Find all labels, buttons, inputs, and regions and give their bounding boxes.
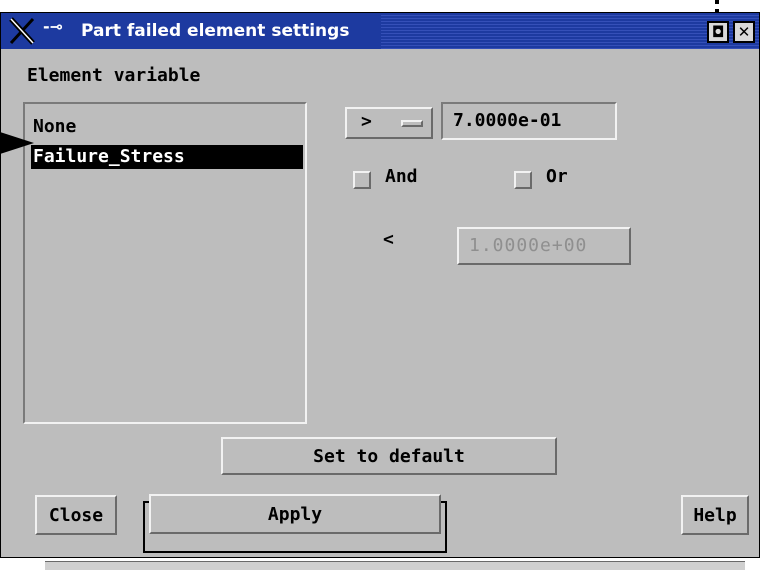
element-variable-label: Element variable xyxy=(27,65,201,86)
callout-arrow-left xyxy=(0,132,34,154)
element-variable-list[interactable]: None Failure_Stress xyxy=(23,102,307,424)
title-bar[interactable]: -⊸ Part failed element settings ◘ ✕ xyxy=(1,13,759,49)
dialog-window: -⊸ Part failed element settings ◘ ✕ Elem… xyxy=(0,12,760,570)
and-checkbox[interactable] xyxy=(353,171,371,189)
operator-symbol: > xyxy=(361,111,372,132)
or-checkbox[interactable] xyxy=(514,171,532,189)
operator-option-menu[interactable]: > xyxy=(345,107,433,139)
pin-icon[interactable]: -⊸ xyxy=(43,17,63,36)
help-button[interactable]: Help xyxy=(681,495,749,535)
set-to-default-button[interactable]: Set to default xyxy=(221,437,557,475)
lower-operator-symbol: < xyxy=(383,229,394,250)
close-button[interactable]: Close xyxy=(35,495,117,535)
second-value-input: 1.0000e+00 xyxy=(457,227,631,265)
and-label: And xyxy=(385,166,418,187)
threshold-value-input[interactable]: 7.0000e-01 xyxy=(441,102,617,140)
window-bottom-edge xyxy=(45,561,745,570)
list-item[interactable]: Failure_Stress xyxy=(31,145,303,169)
option-menu-indicator-icon xyxy=(401,120,423,127)
maximize-icon[interactable]: ◘ xyxy=(707,21,729,43)
list-item[interactable]: None xyxy=(31,115,76,139)
close-icon[interactable]: ✕ xyxy=(733,21,755,43)
apply-button[interactable]: Apply xyxy=(149,494,441,534)
window-title: Part failed element settings xyxy=(81,21,350,41)
or-label: Or xyxy=(546,166,568,187)
x-window-logo-icon xyxy=(9,17,35,45)
